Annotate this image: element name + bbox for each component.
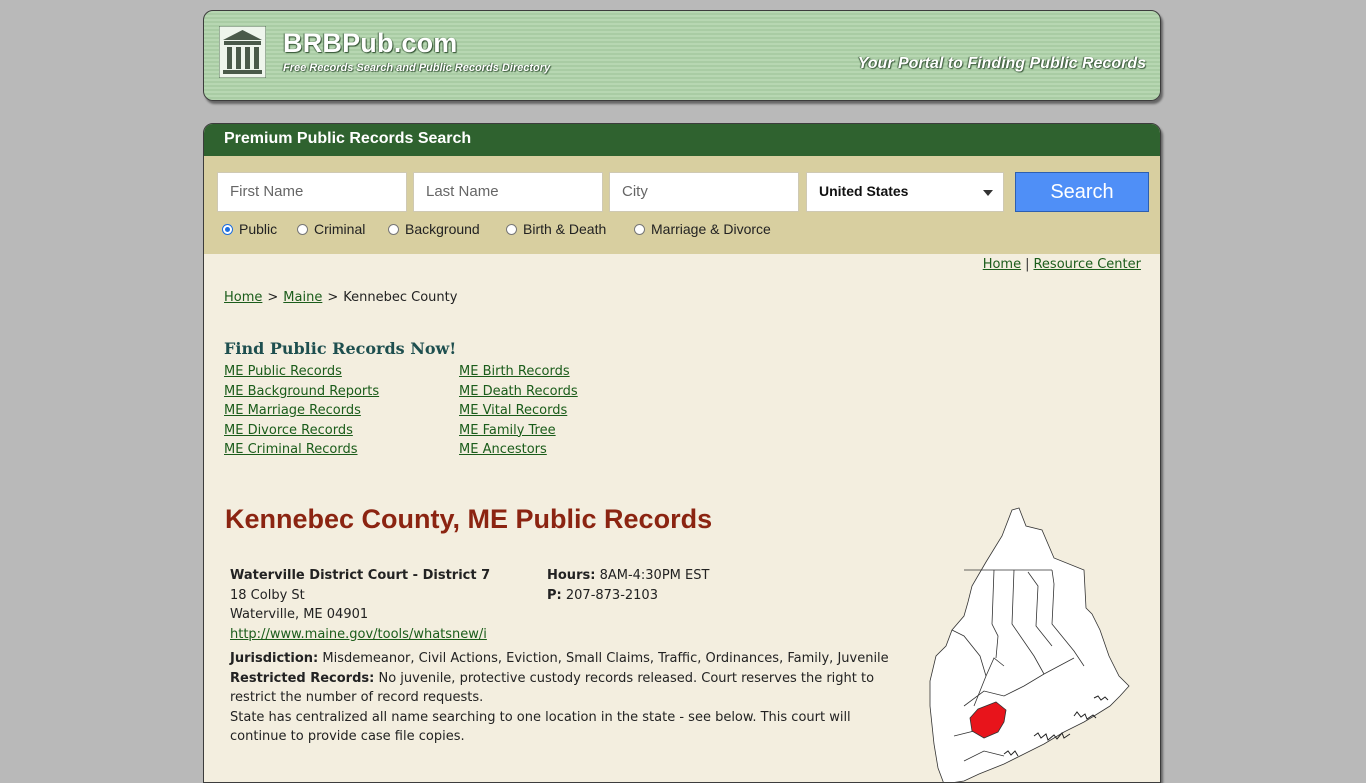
breadcrumb-home[interactable]: Home <box>224 290 262 305</box>
radio-criminal[interactable]: Criminal <box>297 221 365 237</box>
site-name[interactable]: BRBPub.com <box>283 28 458 59</box>
courthouse-icon[interactable] <box>219 26 266 78</box>
radio-marriage-divorce-dot[interactable] <box>634 223 645 235</box>
court-details: Jurisdiction: Misdemeanor, Civil Actions… <box>230 649 910 747</box>
main-panel: Premium Public Records Search First Name… <box>203 123 1161 783</box>
records-links-left: ME Public Records ME Background Reports … <box>224 362 379 460</box>
breadcrumb-separator: > <box>267 290 279 305</box>
radio-criminal-dot[interactable] <box>297 223 308 235</box>
radio-marriage-divorce[interactable]: Marriage & Divorce <box>634 221 771 237</box>
search-section-title: Premium Public Records Search <box>204 124 1160 156</box>
court-address-line1: 18 Colby St <box>230 587 305 603</box>
link-me-criminal-records[interactable]: ME Criminal Records <box>224 440 379 460</box>
radio-public[interactable]: Public <box>222 221 277 237</box>
breadcrumb: Home > Maine > Kennebec County <box>224 290 457 305</box>
country-select[interactable]: United States <box>806 172 1004 212</box>
centralized-search-note: State has centralized all name searching… <box>230 709 851 745</box>
site-subtitle: Free Records Search and Public Records D… <box>283 62 551 74</box>
records-links-right: ME Birth Records ME Death Records ME Vit… <box>459 362 578 460</box>
jurisdiction-value: Misdemeanor, Civil Actions, Eviction, Sm… <box>322 651 889 666</box>
radio-marriage-divorce-label: Marriage & Divorce <box>651 221 771 237</box>
breadcrumb-separator: > <box>327 290 339 305</box>
top-links: Home | Resource Center <box>983 257 1141 272</box>
court-website-link[interactable]: http://www.maine.gov/tools/whatsnew/i <box>230 627 487 642</box>
phone-label: P: <box>547 587 562 603</box>
chevron-down-icon <box>983 190 993 196</box>
hours-value: 8AM-4:30PM EST <box>599 568 710 583</box>
home-link[interactable]: Home <box>983 257 1021 272</box>
search-form: First Name Last Name City United States … <box>204 156 1160 254</box>
court-address-line2: Waterville, ME 04901 <box>230 607 369 622</box>
radio-criminal-label: Criminal <box>314 221 366 237</box>
radio-birth-death-label: Birth & Death <box>523 221 607 237</box>
search-button[interactable]: Search <box>1015 172 1149 212</box>
country-select-value: United States <box>819 183 909 199</box>
link-me-birth-records[interactable]: ME Birth Records <box>459 362 578 382</box>
radio-background-label: Background <box>405 221 480 237</box>
city-input[interactable]: City <box>609 172 799 212</box>
county-title: Kennebec County, ME Public Records <box>225 504 713 534</box>
court-hours: Hours: 8AM-4:30PM EST P: 207-873-2103 <box>547 566 709 605</box>
find-records-title: Find Public Records Now! <box>224 339 457 358</box>
court-info: Waterville District Court - District 7 1… <box>230 566 490 644</box>
link-me-divorce-records[interactable]: ME Divorce Records <box>224 421 379 441</box>
radio-birth-death[interactable]: Birth & Death <box>506 221 606 237</box>
phone-value: 207-873-2103 <box>565 587 658 603</box>
link-me-vital-records[interactable]: ME Vital Records <box>459 401 578 421</box>
link-me-death-records[interactable]: ME Death Records <box>459 382 578 402</box>
last-name-input[interactable]: Last Name <box>413 172 603 212</box>
link-me-marriage-records[interactable]: ME Marriage Records <box>224 401 379 421</box>
first-name-input[interactable]: First Name <box>217 172 407 212</box>
radio-background-dot[interactable] <box>388 223 399 235</box>
restricted-label: Restricted Records: <box>230 670 375 686</box>
resource-center-link[interactable]: Resource Center <box>1033 257 1141 272</box>
breadcrumb-state[interactable]: Maine <box>283 290 322 305</box>
radio-public-label: Public <box>239 221 278 237</box>
site-header: BRBPub.com Free Records Search and Publi… <box>203 10 1161 101</box>
breadcrumb-current: Kennebec County <box>343 290 458 305</box>
court-name: Waterville District Court - District 7 <box>230 568 491 583</box>
link-separator: | <box>1025 257 1030 272</box>
link-me-public-records[interactable]: ME Public Records <box>224 362 379 382</box>
site-tagline: Your Portal to Finding Public Records <box>857 55 1146 72</box>
radio-birth-death-dot[interactable] <box>506 223 517 235</box>
maine-county-map <box>929 507 1130 782</box>
radio-public-dot[interactable] <box>222 223 233 235</box>
radio-background[interactable]: Background <box>388 221 480 237</box>
jurisdiction-label: Jurisdiction: <box>230 651 319 666</box>
link-me-background-reports[interactable]: ME Background Reports <box>224 382 379 402</box>
link-me-family-tree[interactable]: ME Family Tree <box>459 421 578 441</box>
link-me-ancestors[interactable]: ME Ancestors <box>459 440 578 460</box>
hours-label: Hours: <box>547 568 596 583</box>
